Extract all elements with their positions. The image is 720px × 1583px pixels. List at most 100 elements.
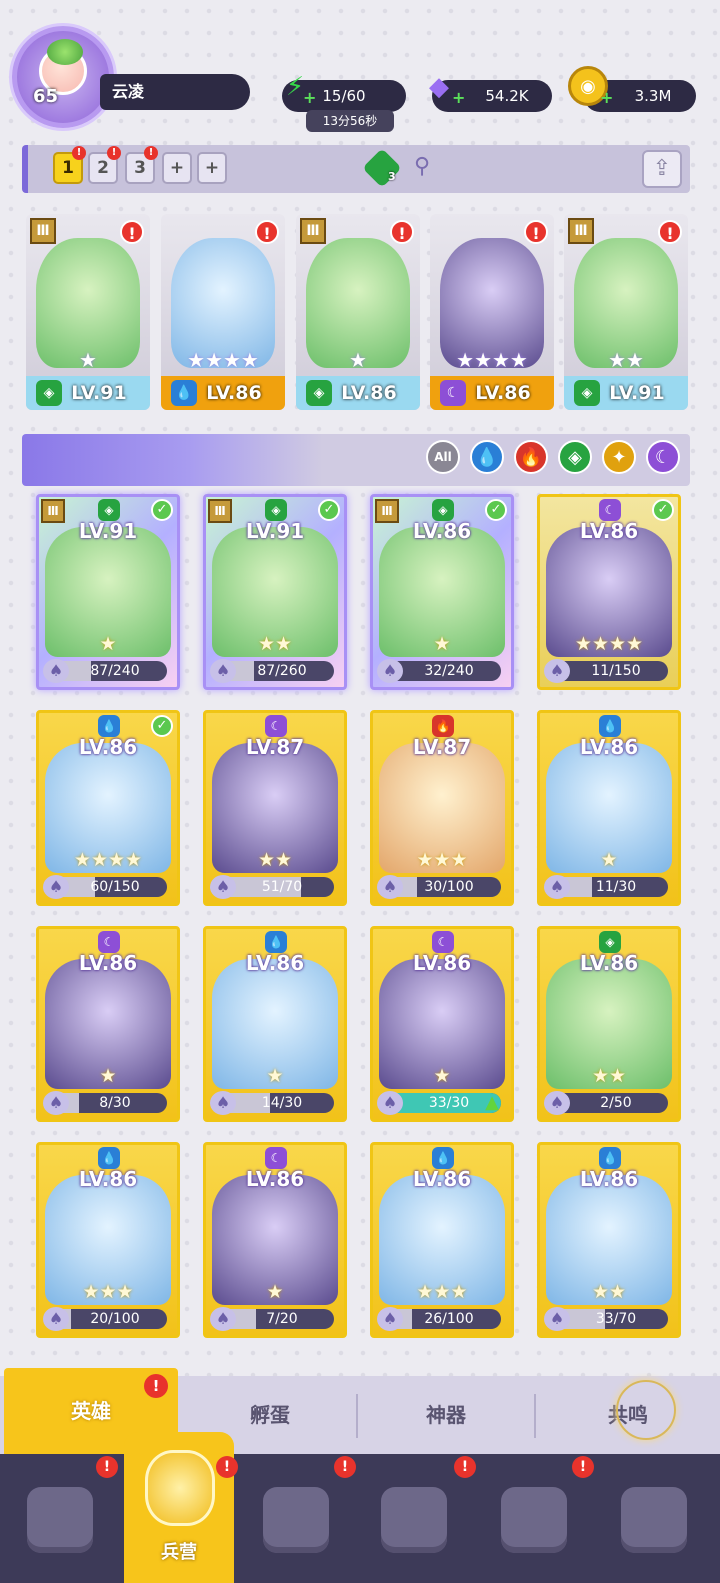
team-hero-card[interactable]: Ⅲ! ★ LV.91 ◈ (26, 214, 150, 410)
progress-text: 33/70 (595, 1311, 637, 1327)
hero-card[interactable]: ◈ Ⅲ ✓ LV.86 ★ 32/240 ♠ (370, 494, 514, 690)
hero-card[interactable]: ☾ ✓ LV.86 ★★★★ 11/150 ♠ (537, 494, 681, 690)
alert-icon: ! (390, 220, 414, 244)
progress-text: 2/50 (600, 1095, 632, 1111)
hero-level: LV.91 (245, 519, 305, 543)
nav-guild-badge: ! (572, 1456, 594, 1478)
team-hero-card[interactable]: ! ★★★★ LV.86 ☾ (430, 214, 554, 410)
hero-card[interactable]: ☾ LV.86 ★ 8/30 ♠ (36, 926, 180, 1122)
gold-value: 3.3M (634, 87, 672, 105)
team-hero-card[interactable]: Ⅲ! ★ LV.86 ◈ (296, 214, 420, 410)
hero-card[interactable]: ◈ Ⅲ ✓ LV.91 ★★ 87/260 ♠ (203, 494, 347, 690)
shard-icon: ♠ (210, 1091, 236, 1115)
team-2-alert-badge: ! (107, 146, 121, 160)
dark-element-icon: ☾ (265, 1147, 287, 1169)
progress-text: 51/70 (261, 879, 303, 895)
filter-all-button[interactable]: All (426, 440, 460, 474)
battle-icon (621, 1487, 687, 1553)
energy-value: 15/60 (322, 87, 366, 105)
nav-barracks-badge: ! (216, 1456, 238, 1478)
progress-text: 20/100 (90, 1311, 140, 1327)
hero-level: LV.86 (579, 735, 639, 759)
hero-card[interactable]: ◈ Ⅲ ✓ LV.91 ★ 87/240 ♠ (36, 494, 180, 690)
nav-shop[interactable] (364, 1470, 464, 1570)
nav-shop-badge: ! (454, 1456, 476, 1478)
add-energy-icon[interactable]: + (303, 88, 316, 107)
hero-card[interactable]: 💧 LV.86 ★★ 33/70 ♠ (537, 1142, 681, 1338)
check-icon: ✓ (151, 715, 173, 737)
filter-fire-button[interactable]: 🔥 (514, 440, 548, 474)
progress-text: 87/260 (257, 663, 307, 679)
nav-map-badge: ! (334, 1456, 356, 1478)
nav-map[interactable] (246, 1470, 346, 1570)
barracks-icon (145, 1450, 215, 1526)
filter-water-button[interactable]: 💧 (470, 440, 504, 474)
add-gold-icon[interactable]: + (600, 88, 613, 107)
hero-level: LV.86 (412, 519, 472, 543)
nature-element-icon: ◈ (306, 380, 332, 406)
progress-text: 30/100 (424, 879, 474, 895)
search-icon[interactable]: ⚲ (414, 154, 430, 179)
shard-icon: ♠ (377, 659, 403, 683)
hero-stars: ★★★★ (187, 348, 259, 372)
hero-stars: ★ (349, 348, 367, 372)
team-hero-card[interactable]: ! ★★★★ LV.86 💧 (161, 214, 285, 410)
nature-element-icon: ◈ (574, 380, 600, 406)
nav-barracks-label: 兵营 (161, 1542, 197, 1563)
hero-card[interactable]: ☾ LV.86 ★ 33/30 ♠ ▲ (370, 926, 514, 1122)
shard-icon: ♠ (43, 875, 69, 899)
shard-icon: ♠ (544, 1307, 570, 1331)
nav-battle[interactable] (604, 1470, 704, 1570)
water-element-icon: 💧 (599, 715, 621, 737)
share-icon[interactable]: ⇪ (642, 150, 682, 188)
dark-element-icon: ☾ (432, 931, 454, 953)
hero-level: LV.87 (412, 735, 472, 759)
shard-icon: ♠ (210, 659, 236, 683)
hero-stars: ★★★★ (73, 849, 143, 871)
gem-value: 54.2K (485, 87, 529, 105)
dark-element-icon: ☾ (599, 499, 621, 521)
progress-text: 8/30 (99, 1095, 131, 1111)
filter-light-button[interactable]: ✦ (602, 440, 636, 474)
nav-cards[interactable] (10, 1470, 110, 1570)
hero-card[interactable]: 💧 LV.86 ★ 11/30 ♠ (537, 710, 681, 906)
hero-card[interactable]: ☾ LV.87 ★★ 51/70 ♠ (203, 710, 347, 906)
nav-cards-badge: ! (96, 1456, 118, 1478)
tab-artifacts[interactable]: 神器 (358, 1376, 534, 1454)
team-tab-add-1[interactable]: + (162, 152, 192, 184)
hero-stars: ★ (433, 633, 451, 655)
filter-nature-button[interactable]: ◈ (558, 440, 592, 474)
hero-card[interactable]: 💧 LV.86 ★★★ 20/100 ♠ (36, 1142, 180, 1338)
team-tab-add-2[interactable]: + (197, 152, 227, 184)
upgrade-arrow-icon: ▲ (485, 1092, 499, 1113)
alert-icon: ! (120, 220, 144, 244)
progress-text: 87/240 (90, 663, 140, 679)
hero-level: LV.86 (78, 951, 138, 975)
add-gem-icon[interactable]: + (452, 88, 465, 107)
team-3-alert-badge: ! (144, 146, 158, 160)
hero-card[interactable]: ◈ LV.86 ★★ 2/50 ♠ (537, 926, 681, 1122)
hero-card[interactable]: ☾ LV.86 ★ 7/20 ♠ (203, 1142, 347, 1338)
player-avatar[interactable] (12, 26, 114, 128)
hero-card[interactable]: 💧 ✓ LV.86 ★★★★ 60/150 ♠ (36, 710, 180, 906)
hero-stars: ★★ (591, 1281, 627, 1303)
nav-guild[interactable] (484, 1470, 584, 1570)
map-icon (263, 1487, 329, 1553)
hero-level: LV.86 (579, 1167, 639, 1191)
team-hero-card[interactable]: Ⅲ! ★★ LV.91 ◈ (564, 214, 688, 410)
water-element-icon: 💧 (98, 1147, 120, 1169)
nature-element-icon: ◈ (432, 499, 454, 521)
check-icon: ✓ (652, 499, 674, 521)
hero-stars: ★★ (591, 1065, 627, 1087)
progress-text: 33/30 (428, 1095, 470, 1111)
hero-stars: ★ (266, 1281, 284, 1303)
hero-level: LV.86 (245, 1167, 305, 1191)
filter-dark-button[interactable]: ☾ (646, 440, 680, 474)
progress-text: 7/20 (266, 1311, 298, 1327)
team-1-alert-badge: ! (72, 146, 86, 160)
hero-card[interactable]: 🔥 LV.87 ★★★ 30/100 ♠ (370, 710, 514, 906)
shard-icon: ♠ (43, 659, 69, 683)
nature-element-icon: ◈ (36, 380, 62, 406)
hero-card[interactable]: 💧 LV.86 ★ 14/30 ♠ (203, 926, 347, 1122)
hero-card[interactable]: 💧 LV.86 ★★★ 26/100 ♠ (370, 1142, 514, 1338)
